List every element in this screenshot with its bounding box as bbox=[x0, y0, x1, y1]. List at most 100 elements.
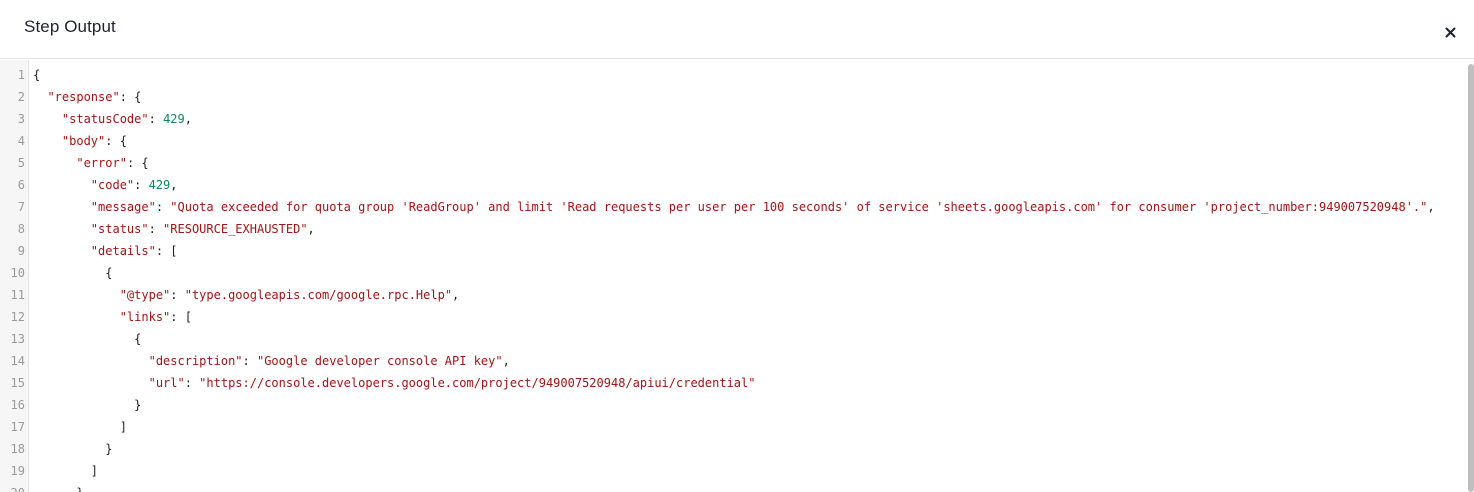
json-key: "status" bbox=[90, 222, 149, 236]
json-punctuation: , bbox=[502, 354, 510, 368]
code-text: "error": { bbox=[33, 152, 149, 174]
code-text: "code": 429, bbox=[33, 174, 178, 196]
json-punctuation: : bbox=[170, 288, 185, 302]
code-text: { bbox=[33, 328, 141, 350]
line-number: 2 bbox=[17, 90, 25, 104]
json-punctuation: : [ bbox=[155, 244, 178, 258]
code-line: 10 { bbox=[0, 262, 1468, 284]
code-line: 12 "links": [ bbox=[0, 306, 1468, 328]
close-icon bbox=[1445, 27, 1456, 38]
code-text: "statusCode": 429, bbox=[33, 108, 192, 130]
code-text: "status": "RESOURCE_EXHAUSTED", bbox=[33, 218, 315, 240]
code-text: "@type": "type.googleapis.com/google.rpc… bbox=[33, 284, 460, 306]
json-punctuation: , bbox=[1427, 200, 1435, 214]
line-number: 17 bbox=[10, 420, 25, 434]
code-text: ] bbox=[33, 460, 98, 482]
line-number: 18 bbox=[10, 442, 25, 456]
json-key: "code" bbox=[90, 178, 135, 192]
code-line: 4 "body": { bbox=[0, 130, 1468, 152]
json-string: "type.googleapis.com/google.rpc.Help" bbox=[184, 288, 453, 302]
line-number: 7 bbox=[17, 200, 25, 214]
code-text: ] bbox=[33, 416, 127, 438]
dialog-title: Step Output bbox=[24, 17, 116, 36]
json-punctuation: ] bbox=[119, 420, 127, 434]
close-button[interactable] bbox=[1440, 20, 1462, 42]
json-punctuation: : bbox=[155, 200, 171, 214]
line-number: 15 bbox=[10, 376, 25, 390]
json-key: "statusCode" bbox=[61, 112, 149, 126]
line-number: 8 bbox=[17, 222, 25, 236]
code-text: "details": [ bbox=[33, 240, 178, 262]
line-number: 4 bbox=[17, 134, 25, 148]
code-lines: 1{2 "response": {3 "statusCode": 429, 4 "… bbox=[0, 64, 1468, 492]
json-punctuation: : bbox=[184, 376, 200, 390]
line-number: 5 bbox=[17, 156, 25, 170]
line-number: 9 bbox=[17, 244, 25, 258]
json-punctuation: , bbox=[452, 288, 460, 302]
line-number: 10 bbox=[10, 266, 25, 280]
code-text: } bbox=[33, 394, 141, 416]
json-punctuation: : bbox=[148, 222, 164, 236]
json-key: "error" bbox=[76, 156, 127, 170]
code-line: 9 "details": [ bbox=[0, 240, 1468, 262]
line-number: 11 bbox=[10, 288, 25, 302]
line-number: 1 bbox=[17, 68, 25, 82]
line-number: 6 bbox=[17, 178, 25, 192]
json-punctuation: } bbox=[134, 398, 142, 412]
json-punctuation: : { bbox=[126, 156, 149, 170]
line-number: 19 bbox=[10, 464, 25, 478]
line-number: 20 bbox=[0, 482, 25, 492]
code-text: "url": "https://console.developers.googl… bbox=[33, 372, 756, 394]
code-line: 8 "status": "RESOURCE_EXHAUSTED", bbox=[0, 218, 1468, 240]
json-key: "links" bbox=[119, 310, 171, 324]
json-key: "message" bbox=[90, 200, 156, 214]
code-line: 16 } bbox=[0, 394, 1468, 416]
code-line: 14 "description": "Google developer cons… bbox=[0, 350, 1468, 372]
json-punctuation: : bbox=[134, 178, 149, 192]
line-number: 13 bbox=[10, 332, 25, 346]
code-text: "response": { bbox=[33, 86, 141, 108]
json-punctuation: { bbox=[33, 68, 41, 82]
code-text: { bbox=[33, 262, 112, 284]
code-text: { bbox=[33, 64, 40, 86]
json-punctuation: : bbox=[242, 354, 257, 368]
json-punctuation: } bbox=[76, 486, 83, 492]
json-key: "response" bbox=[47, 90, 120, 104]
json-punctuation: : [ bbox=[170, 310, 192, 324]
json-punctuation: : { bbox=[105, 134, 127, 148]
vertical-scrollbar[interactable] bbox=[1468, 64, 1474, 492]
code-text: } bbox=[33, 438, 112, 460]
json-key: "url" bbox=[148, 376, 185, 390]
code-line: 11 "@type": "type.googleapis.com/google.… bbox=[0, 284, 1468, 306]
json-string: "Google developer console API key" bbox=[256, 354, 503, 368]
json-punctuation: { bbox=[134, 332, 142, 346]
json-punctuation: { bbox=[105, 266, 113, 280]
code-line: 7 "message": "Quota exceeded for quota g… bbox=[0, 196, 1468, 218]
code-text: } bbox=[33, 482, 83, 492]
json-string: "Quota exceeded for quota group 'ReadGro… bbox=[170, 200, 1428, 214]
code-line: 3 "statusCode": 429, bbox=[0, 108, 1468, 130]
line-number: 12 bbox=[10, 310, 25, 324]
code-text: "links": [ bbox=[33, 306, 192, 328]
step-output-dialog: Step Output 1{2 "response": {3 "statusCo… bbox=[0, 0, 1474, 492]
code-text: "message": "Quota exceeded for quota gro… bbox=[33, 196, 1435, 218]
json-punctuation: , bbox=[307, 222, 315, 236]
json-key: "details" bbox=[90, 244, 156, 258]
dialog-header: Step Output bbox=[0, 0, 1474, 59]
code-line: 17 ] bbox=[0, 416, 1468, 438]
code-line: 6 "code": 429, bbox=[0, 174, 1468, 196]
code-text: "body": { bbox=[33, 130, 127, 152]
json-number: 429 bbox=[163, 112, 185, 126]
line-number: 3 bbox=[17, 112, 25, 126]
code-line: 5 "error": { bbox=[0, 152, 1468, 174]
code-line: 13 { bbox=[0, 328, 1468, 350]
json-string: "https://console.developers.google.com/p… bbox=[199, 376, 756, 390]
code-line: 18 } bbox=[0, 438, 1468, 460]
json-punctuation: , bbox=[184, 112, 192, 126]
json-punctuation: , bbox=[170, 178, 178, 192]
line-number: 16 bbox=[10, 398, 25, 412]
json-code-viewer[interactable]: 1{2 "response": {3 "statusCode": 429, 4 "… bbox=[0, 60, 1474, 492]
code-line: 19 ] bbox=[0, 460, 1468, 482]
json-string: "RESOURCE_EXHAUSTED" bbox=[163, 222, 308, 236]
line-number: 14 bbox=[10, 354, 25, 368]
